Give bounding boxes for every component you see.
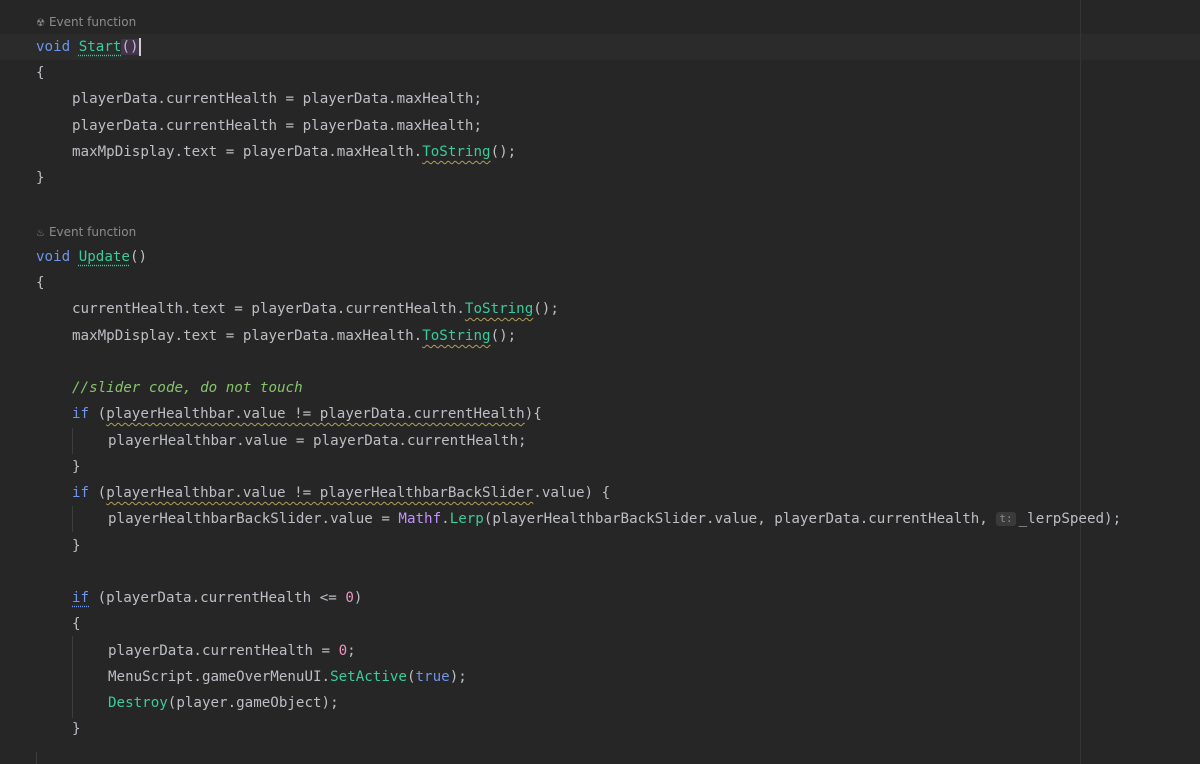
method-name-update[interactable]: Update [79, 249, 130, 265]
code-line[interactable]: playerData.currentHealth = playerData.ma… [72, 113, 482, 139]
event-function-hint[interactable]: ☢ Event function [36, 14, 136, 32]
indent-guide [72, 428, 73, 454]
code-line[interactable]: if (playerData.currentHealth <= 0) [72, 585, 362, 611]
code-line[interactable]: playerData.currentHealth = 0; [108, 638, 356, 664]
code-line[interactable]: maxMpDisplay.text = playerData.maxHealth… [72, 323, 516, 349]
code-line[interactable]: maxMpDisplay.text = playerData.maxHealth… [72, 139, 516, 165]
code-line[interactable]: } [72, 454, 81, 480]
code-line[interactable]: MenuScript.gameOverMenuUI.SetActive(true… [108, 664, 467, 690]
code-line[interactable]: if (playerHealthbar.value != playerHealt… [72, 480, 610, 506]
method-name-start[interactable]: Start [79, 39, 122, 55]
right-margin-guide [1080, 0, 1081, 764]
flame-icon: ♨ [36, 228, 45, 239]
code-line[interactable]: Destroy(player.gameObject); [108, 690, 339, 716]
code-line[interactable]: { [72, 611, 81, 637]
code-comment[interactable]: //slider code, do not touch [72, 375, 303, 401]
indent-guide [72, 506, 73, 532]
code-line[interactable]: void Update() [36, 244, 147, 270]
code-line[interactable]: if (playerHealthbar.value != playerData.… [72, 401, 542, 427]
text-caret [138, 38, 141, 56]
indent-guide [72, 636, 73, 718]
parameter-inlay-hint: t: [996, 512, 1016, 526]
code-line[interactable]: void Start() [36, 34, 141, 60]
code-line[interactable]: } [72, 533, 81, 559]
code-line[interactable]: { [36, 270, 45, 296]
code-line[interactable]: } [72, 716, 81, 742]
code-line[interactable]: playerHealthbarBackSlider.value = Mathf.… [108, 506, 1121, 532]
unity-icon: ☢ [36, 18, 45, 29]
code-line[interactable]: { [36, 60, 45, 86]
code-line[interactable]: currentHealth.text = playerData.currentH… [72, 296, 559, 322]
code-editor[interactable]: ☢ Event function void Start() { playerDat… [0, 0, 1200, 764]
code-line[interactable]: } [36, 165, 45, 191]
event-function-hint[interactable]: ♨ Event function [36, 224, 136, 242]
code-line[interactable]: playerHealthbar.value = playerData.curre… [108, 428, 527, 454]
code-line[interactable]: playerData.currentHealth = playerData.ma… [72, 86, 482, 112]
current-line-highlight [0, 34, 1200, 60]
indent-guide [36, 752, 37, 764]
